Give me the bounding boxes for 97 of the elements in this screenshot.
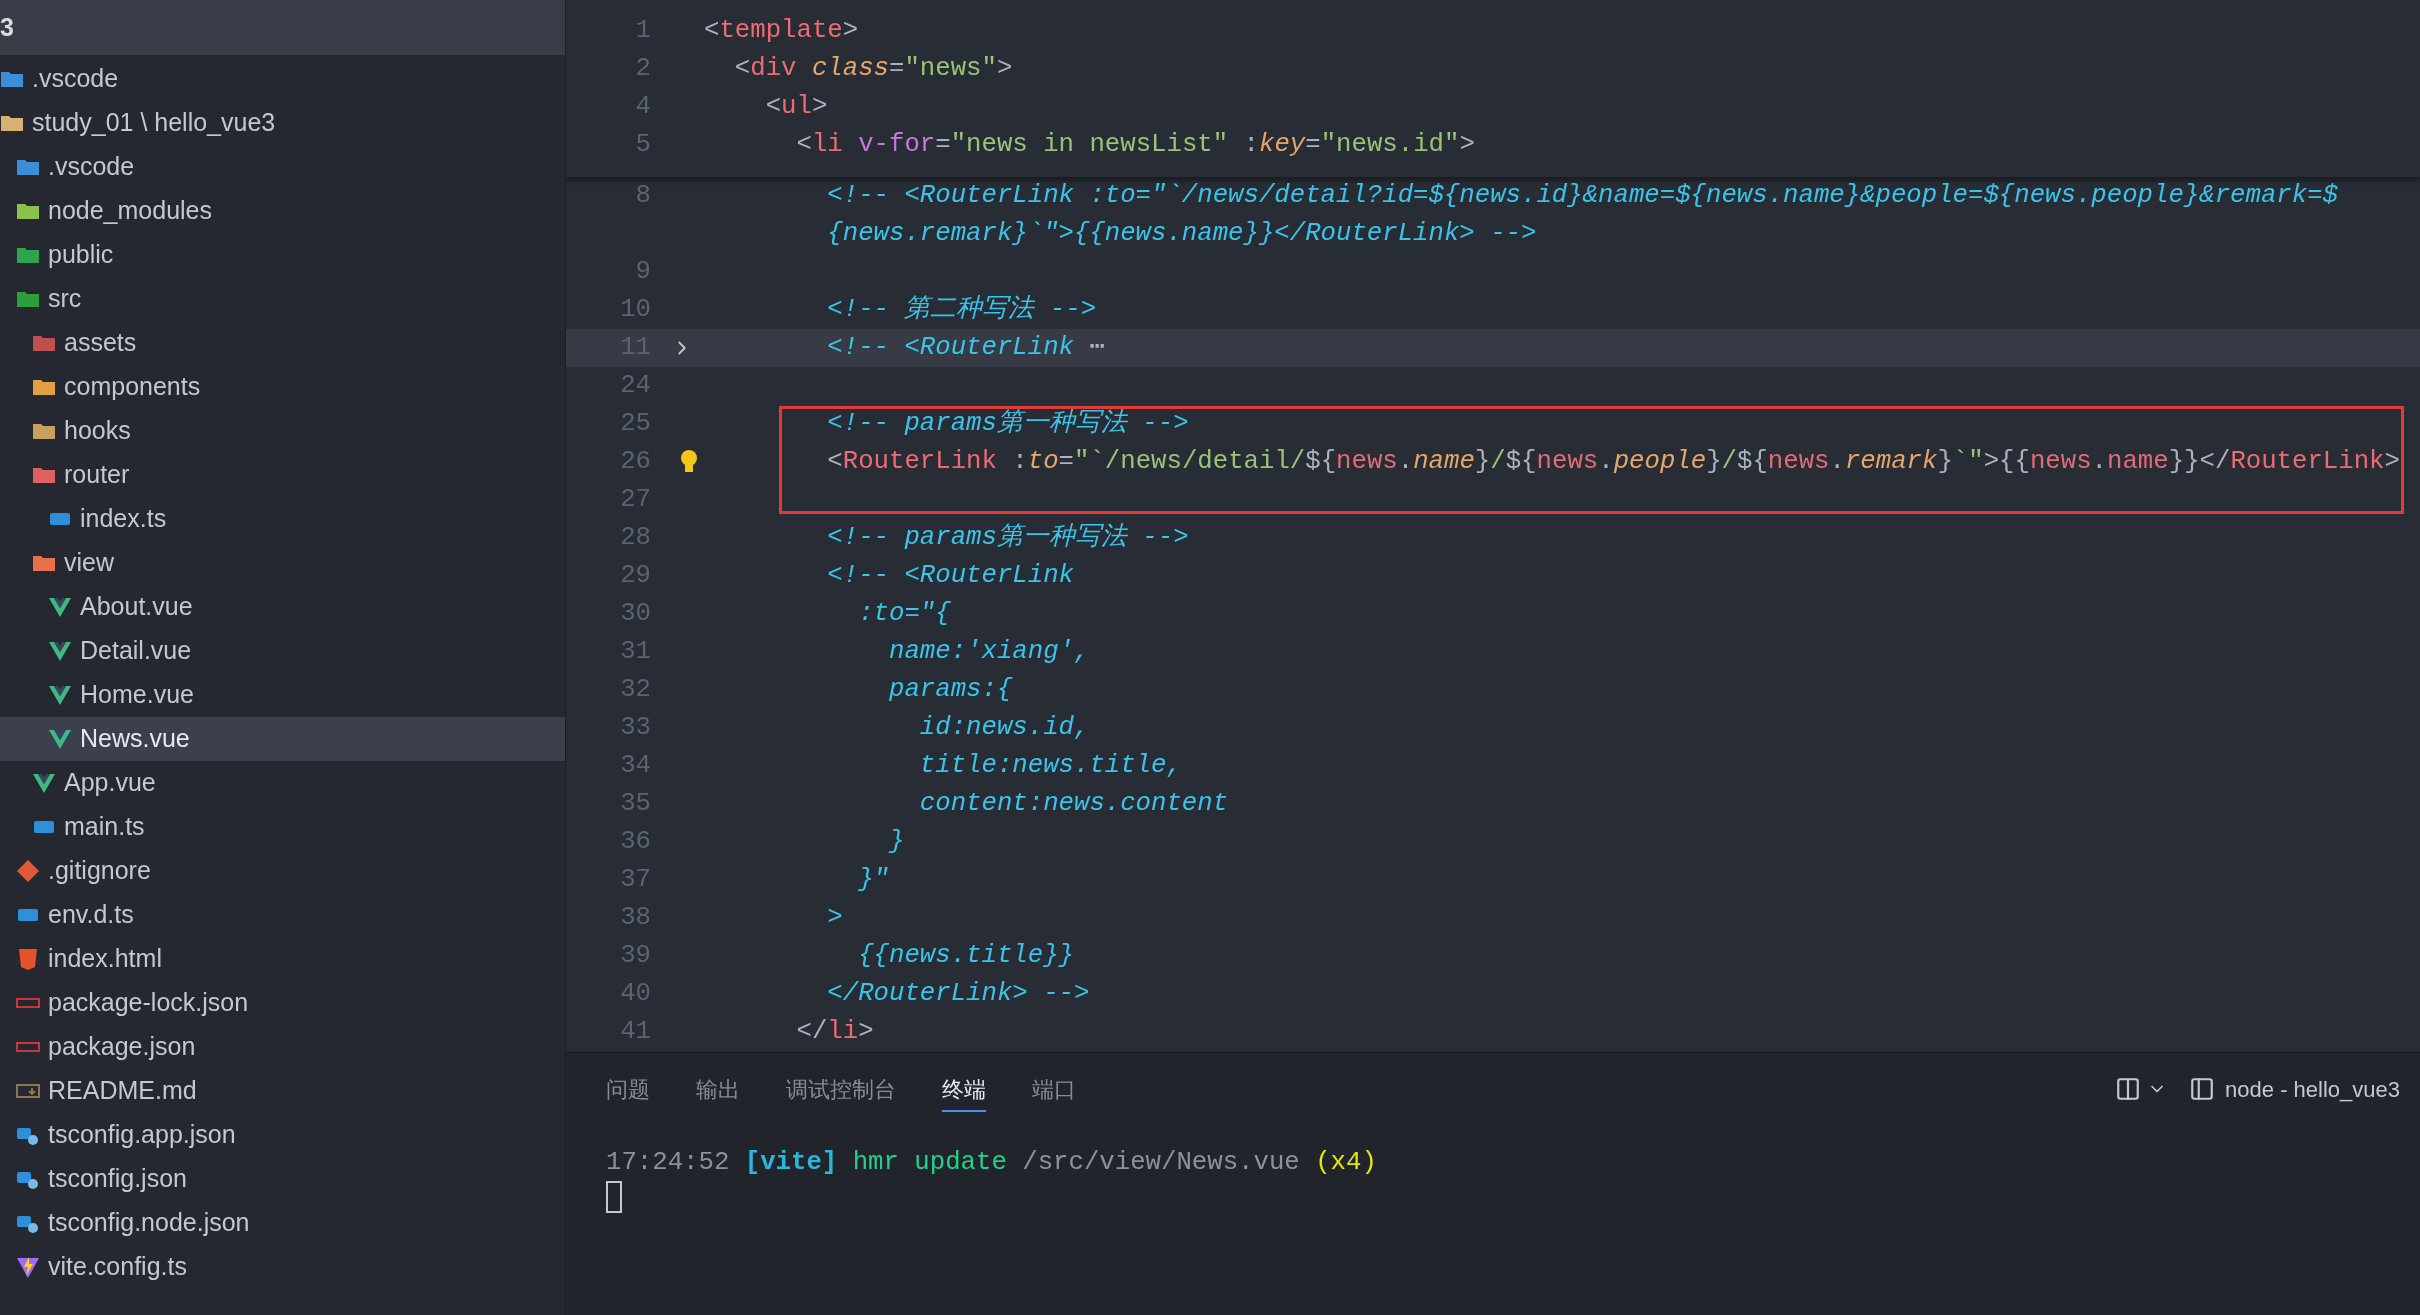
code-line: } [887, 825, 905, 858]
file-tree-item[interactable]: components [0, 365, 565, 409]
panel-tab[interactable]: 端口 [1032, 1066, 1076, 1112]
line-number: 39 [619, 939, 651, 972]
line-number: 27 [619, 483, 651, 516]
code-line: <!-- params第一种写法 --> [826, 521, 1189, 554]
code-line: </RouterLink> --> [826, 977, 1090, 1010]
file-tree-item[interactable]: node_modules [0, 189, 565, 233]
file-tree-item[interactable]: view [0, 541, 565, 585]
code-line: <!-- <RouterLink :to="`/news/detail?id=${news.id}&name=${news.name}&people=${news.people}&remark=$ [826, 179, 2338, 212]
line-number: 40 [619, 977, 651, 1010]
line-number: 5 [634, 128, 651, 161]
file-tree-item[interactable]: public [0, 233, 565, 277]
panel-tab[interactable]: 输出 [696, 1066, 740, 1112]
code-line: id:news.id, [918, 711, 1090, 744]
file-tree-item[interactable]: tsconfig.node.json [0, 1201, 565, 1245]
file-tree-item[interactable]: router [0, 453, 565, 497]
line-number: 26 [619, 445, 651, 478]
line-number: 25 [619, 407, 651, 440]
line-number: 24 [619, 369, 651, 402]
code-line: :to="{ [857, 597, 951, 630]
file-tree-item[interactable]: package.json [0, 1025, 565, 1069]
vue-icon [48, 727, 72, 751]
code-line: <li v-for="news in newsList" :key="news.id"> [795, 128, 1475, 161]
code-line: </li> [795, 1015, 874, 1048]
code-line: {{news.title}} [857, 939, 1074, 972]
code-line: title:news.title, [918, 749, 1182, 782]
panel-tab[interactable]: 调试控制台 [786, 1066, 896, 1112]
file-tree-item[interactable]: News.vue [0, 717, 565, 761]
file-tree-item[interactable]: src [0, 277, 565, 321]
line-number: 35 [619, 787, 651, 820]
file-tree-item[interactable]: vite.config.ts [0, 1245, 565, 1289]
code-line: <ul> [764, 90, 828, 123]
lightbulb-icon[interactable] [680, 449, 698, 475]
code-line: }" [857, 863, 889, 896]
line-number: 9 [634, 255, 651, 288]
file-tree-item[interactable]: .gitignore [0, 849, 565, 893]
file-tree-item[interactable]: package-lock.json [0, 981, 565, 1025]
line-number: 30 [619, 597, 651, 630]
file-tree-item[interactable]: About.vue [0, 585, 565, 629]
line-number: 29 [619, 559, 651, 592]
code-line: name:'xiang', [887, 635, 1090, 668]
line-number: 33 [619, 711, 651, 744]
code-line: <div class="news"> [733, 52, 1013, 85]
vue-icon [48, 683, 72, 707]
line-number: 41 [619, 1015, 651, 1048]
file-tree-item[interactable]: study_01 \ hello_vue3 [0, 101, 565, 145]
code-line: {news.remark}`">{{news.name}}</RouterLink> --> [826, 217, 1537, 250]
code-line: <RouterLink :to="`/news/detail/${news.name}/${news.people}/${news.remark}`">{{news.name}}</RouterLink> [826, 445, 2400, 478]
line-number: 8 [634, 179, 651, 212]
code-line: <!-- <RouterLink ⋯ [826, 331, 1105, 364]
terminal-line: 17:24:52 [vite] hmr update /src/view/News.vue (x4) [606, 1146, 1378, 1179]
vue-icon [48, 595, 72, 619]
line-number: 10 [619, 293, 651, 326]
line-number: 28 [619, 521, 651, 554]
code-line: content:news.content [918, 787, 1229, 820]
code-line: <!-- 第二种写法 --> [826, 293, 1097, 326]
html-icon [16, 947, 40, 971]
line-number: 37 [619, 863, 651, 896]
terminal-cursor [606, 1181, 622, 1213]
code-line: <!-- params第一种写法 --> [826, 407, 1189, 440]
file-tree-item[interactable]: assets [0, 321, 565, 365]
file-tree-item[interactable]: hooks [0, 409, 565, 453]
file-tree-item[interactable]: Detail.vue [0, 629, 565, 673]
line-number: 4 [634, 90, 651, 123]
terminal-panel-icon[interactable] [2189, 1076, 2216, 1102]
code-line: > [826, 901, 843, 934]
line-number: 32 [619, 673, 651, 706]
git-icon [16, 859, 40, 883]
file-tree-item[interactable]: .vscode [0, 57, 565, 101]
line-number: 38 [619, 901, 651, 934]
file-tree-item[interactable]: .vscode [0, 145, 565, 189]
terminal-title[interactable]: node - hello_vue3 [2225, 1072, 2400, 1106]
panel-tab[interactable]: 终端 [942, 1066, 986, 1112]
panel-tab[interactable]: 问题 [606, 1066, 650, 1112]
line-number: 34 [619, 749, 651, 782]
file-tree-item[interactable]: env.d.ts [0, 893, 565, 937]
file-tree-item[interactable]: index.html [0, 937, 565, 981]
file-tree-item[interactable]: index.ts [0, 497, 565, 541]
vite-icon [16, 1255, 40, 1279]
file-tree-item[interactable]: App.vue [0, 761, 565, 805]
code-line: params:{ [887, 673, 1013, 706]
file-tree-item[interactable]: tsconfig.app.json [0, 1113, 565, 1157]
code-line: <!-- <RouterLink [826, 559, 1074, 592]
code-line: <template> [704, 14, 859, 47]
line-number: 2 [634, 52, 651, 85]
file-tree-item[interactable]: Home.vue [0, 673, 565, 717]
split-panel-icon[interactable] [2115, 1076, 2142, 1102]
explorer-header[interactable]: 3 [0, 0, 565, 55]
line-number: 1 [634, 14, 651, 47]
file-tree-item[interactable]: tsconfig.json [0, 1157, 565, 1201]
line-number: 31 [619, 635, 651, 668]
vue-icon [48, 639, 72, 663]
line-number: 36 [619, 825, 651, 858]
file-tree-item[interactable]: README.md [0, 1069, 565, 1113]
file-tree-item[interactable]: main.ts [0, 805, 565, 849]
vue-icon [32, 771, 56, 795]
